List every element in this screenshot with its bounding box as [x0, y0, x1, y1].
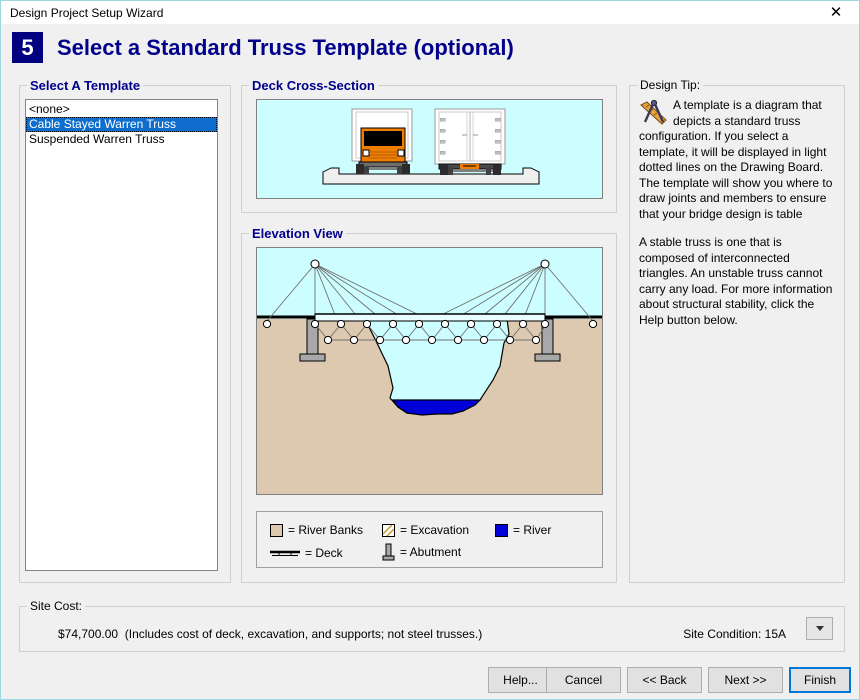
wizard-window: Design Project Setup Wizard ✕ 5 Select a…: [0, 0, 860, 700]
legend-item-river-banks: = River Banks: [270, 523, 363, 537]
river-banks-swatch: [270, 523, 283, 537]
abutment-swatch: [382, 543, 395, 561]
back-button[interactable]: << Back: [627, 667, 702, 693]
legend-item-river: = River: [495, 523, 551, 537]
deck-cross-section-legend: Deck Cross-Section: [249, 78, 378, 93]
site-condition-label: Site Condition: 15A: [683, 627, 786, 641]
legend-label: = River Banks: [288, 523, 364, 537]
next-button[interactable]: Next >>: [708, 667, 783, 693]
deck-cross-section-group: Deck Cross-Section: [241, 78, 617, 213]
list-item[interactable]: <none>: [26, 102, 217, 117]
legend-label: = River: [513, 523, 552, 537]
template-listbox[interactable]: <none> Cable Stayed Warren Truss Suspend…: [25, 99, 218, 571]
list-item[interactable]: Cable Stayed Warren Truss: [26, 117, 217, 132]
site-cost-legend: Site Cost:: [27, 599, 86, 613]
elevation-legend-box: = River Banks = Excavation = River = Dec…: [256, 511, 603, 568]
site-cost-amount: $74,700.00: [58, 627, 119, 641]
site-cost-group: Site Cost: $74,700.00 (Includes cost of …: [19, 599, 845, 652]
site-condition-dropdown-button[interactable]: [806, 617, 833, 640]
design-tip-group: Design Tip: A template is a diagram that…: [629, 78, 845, 583]
design-tip-paragraph-2: A stable truss is one that is composed o…: [639, 235, 833, 327]
select-template-legend: Select A Template: [27, 78, 144, 93]
river-swatch: [495, 523, 508, 537]
deck-swatch: [270, 549, 300, 558]
legend-item-excavation: = Excavation: [382, 523, 469, 537]
help-button[interactable]: Help...: [488, 667, 553, 693]
deck-cross-section-image: [256, 99, 603, 199]
wizard-button-bar: Help... Cancel << Back Next >> Finish: [1, 667, 860, 697]
step-number-badge: 5: [12, 32, 43, 63]
select-template-group: Select A Template <none> Cable Stayed Wa…: [19, 78, 231, 583]
finish-button[interactable]: Finish: [789, 667, 851, 693]
legend-label: = Excavation: [400, 523, 470, 537]
drafting-compass-icon: [639, 99, 669, 126]
chevron-down-icon: [815, 626, 824, 631]
elevation-view-legend: Elevation View: [249, 226, 346, 241]
legend-item-deck: = Deck: [270, 546, 343, 560]
wizard-header: 5 Select a Standard Truss Template (opti…: [1, 24, 859, 69]
legend-item-abutment: = Abutment: [382, 543, 462, 561]
legend-label: = Abutment: [400, 544, 462, 559]
elevation-view-image: [256, 247, 603, 495]
design-tip-legend: Design Tip:: [637, 78, 704, 92]
site-cost-note: (Includes cost of deck, excavation, and …: [124, 627, 483, 641]
site-cost-value-line: $74,700.00 (Includes cost of deck, excav…: [58, 627, 482, 641]
title-bar: Design Project Setup Wizard ✕: [1, 1, 859, 24]
list-item[interactable]: Suspended Warren Truss: [26, 132, 217, 147]
design-tip-body: A template is a diagram that depicts a s…: [639, 98, 833, 568]
close-icon[interactable]: ✕: [813, 1, 859, 24]
window-title: Design Project Setup Wizard: [10, 5, 164, 20]
legend-label: = Deck: [305, 546, 343, 560]
page-title: Select a Standard Truss Template (option…: [57, 34, 514, 60]
elevation-view-group: Elevation View = River Banks = Excavatio…: [241, 226, 617, 583]
cancel-button[interactable]: Cancel: [546, 667, 621, 693]
excavation-swatch: [382, 523, 395, 537]
